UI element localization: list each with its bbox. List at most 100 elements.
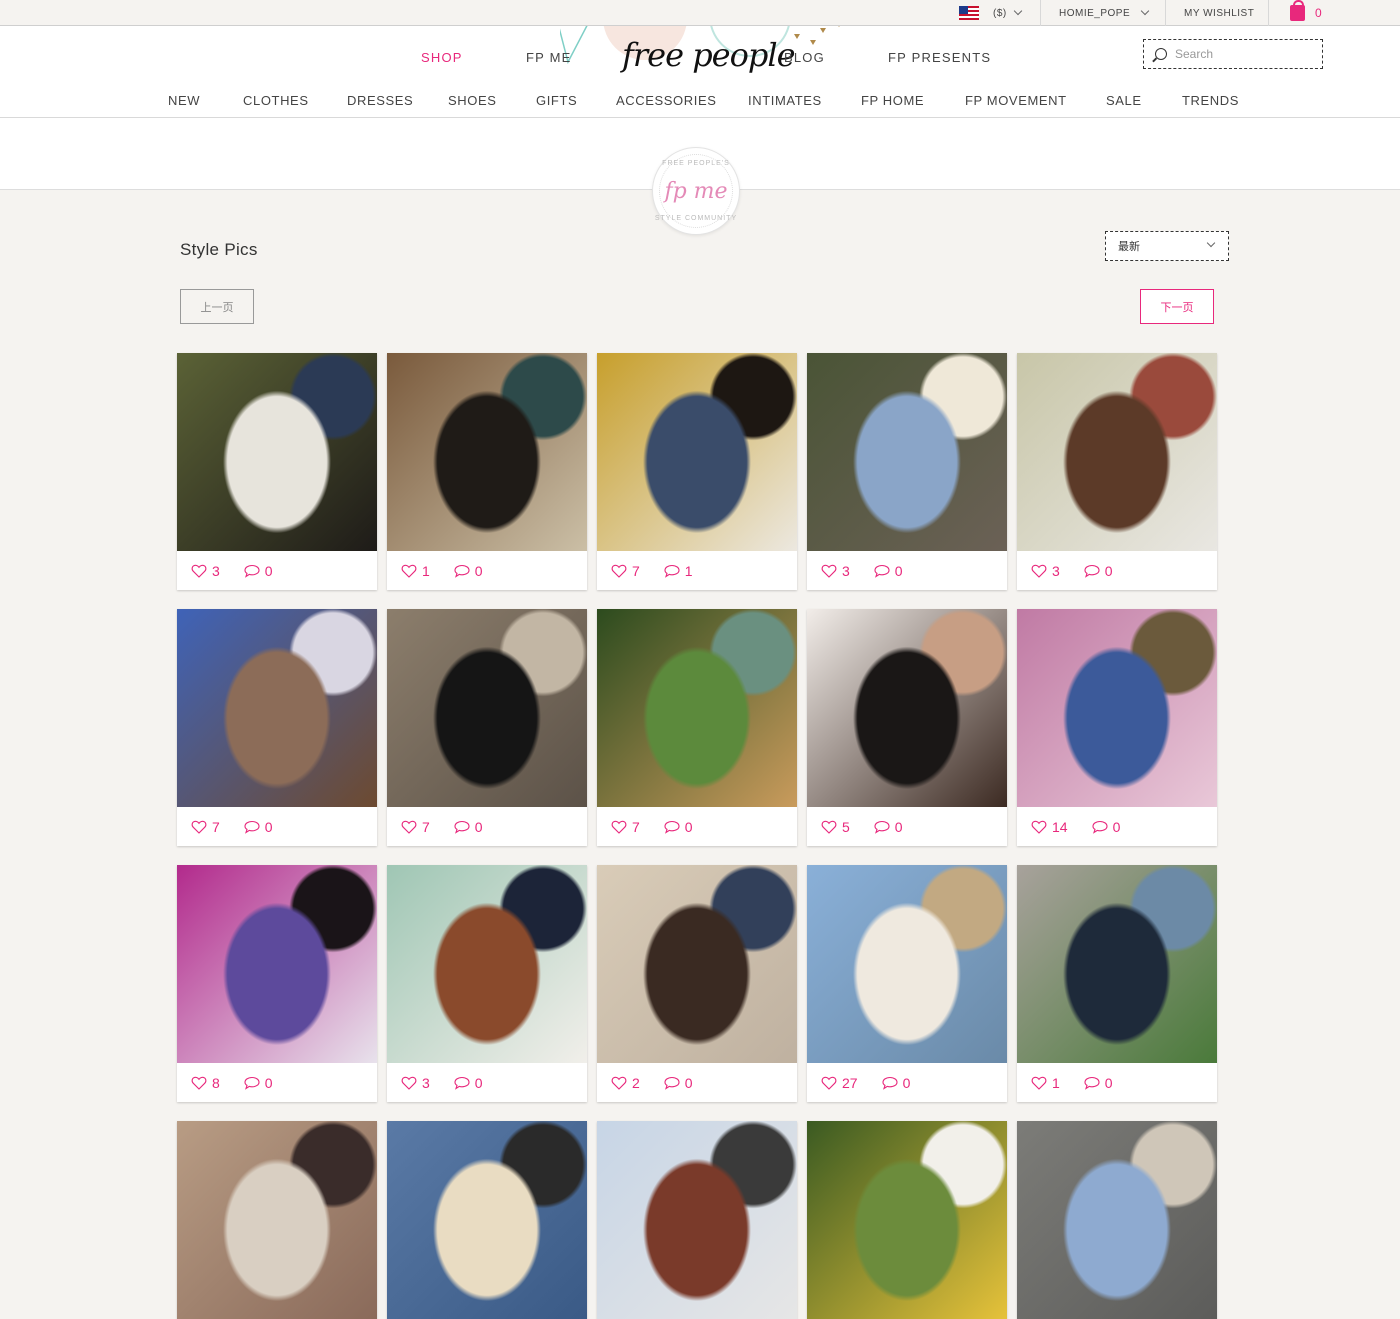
currency-selector[interactable]: ($) xyxy=(959,0,1022,26)
category-sale[interactable]: SALE xyxy=(1106,93,1142,108)
style-pic-photo[interactable] xyxy=(387,609,587,807)
comment-icon[interactable] xyxy=(874,820,890,834)
style-pic-photo[interactable] xyxy=(177,1121,377,1319)
category-gifts[interactable]: GIFTS xyxy=(536,93,577,108)
nav-fp-presents[interactable]: FP PRESENTS xyxy=(888,50,991,65)
account-menu[interactable]: HOMIE_POPE xyxy=(1059,0,1150,26)
style-pic-photo[interactable] xyxy=(387,353,587,551)
comment-icon[interactable] xyxy=(664,564,680,578)
heart-icon[interactable] xyxy=(191,563,207,579)
comment-icon[interactable] xyxy=(882,1076,898,1090)
comment-icon[interactable] xyxy=(244,1076,260,1090)
chevron-down-icon xyxy=(1140,6,1150,16)
comment-icon[interactable] xyxy=(454,564,470,578)
style-pic-photo[interactable] xyxy=(597,1121,797,1319)
heart-icon[interactable] xyxy=(1031,563,1047,579)
comment-icon[interactable] xyxy=(244,820,260,834)
style-pic-card[interactable]: 14 0 xyxy=(1017,609,1217,846)
heart-icon[interactable] xyxy=(1031,819,1047,835)
search-input[interactable] xyxy=(1175,47,1315,61)
heart-icon[interactable] xyxy=(821,819,837,835)
heart-icon[interactable] xyxy=(191,1075,207,1091)
style-pic-card[interactable] xyxy=(387,1121,587,1319)
style-pic-photo[interactable] xyxy=(387,1121,587,1319)
category-trends[interactable]: TRENDS xyxy=(1182,93,1239,108)
nav-blog[interactable]: BLOG xyxy=(784,50,825,65)
fp-me-badge[interactable]: FREE PEOPLE'S fp me STYLE COMMUNITY xyxy=(652,147,740,235)
comment-count: 0 xyxy=(684,1074,693,1091)
comment-icon[interactable] xyxy=(454,1076,470,1090)
comment-icon[interactable] xyxy=(874,564,890,578)
style-pic-card[interactable]: 30 xyxy=(177,353,377,590)
style-pic-card[interactable]: 70 xyxy=(387,609,587,846)
style-pic-photo[interactable] xyxy=(177,353,377,551)
heart-icon[interactable] xyxy=(1031,1075,1047,1091)
comment-icon[interactable] xyxy=(244,564,260,578)
site-logo[interactable]: free people xyxy=(622,36,796,74)
heart-icon[interactable] xyxy=(401,819,417,835)
style-pic-card[interactable]: 27 0 xyxy=(807,865,1007,1102)
category-fp-movement[interactable]: FP MOVEMENT xyxy=(965,93,1067,108)
category-shoes[interactable]: SHOES xyxy=(448,93,497,108)
style-pic-card[interactable]: 30 xyxy=(1017,353,1217,590)
style-pic-photo[interactable] xyxy=(807,353,1007,551)
style-pic-photo[interactable] xyxy=(1017,353,1217,551)
style-pic-card[interactable] xyxy=(177,1121,377,1319)
heart-icon[interactable] xyxy=(611,1075,627,1091)
comment-icon[interactable] xyxy=(1084,1076,1100,1090)
style-pic-photo[interactable] xyxy=(1017,865,1217,1063)
style-pic-card[interactable]: 70 xyxy=(177,609,377,846)
comment-icon[interactable] xyxy=(454,820,470,834)
wishlist-link[interactable]: MY WISHLIST xyxy=(1184,0,1254,26)
heart-icon[interactable] xyxy=(611,819,627,835)
category-clothes[interactable]: CLOTHES xyxy=(243,93,309,108)
style-pic-photo[interactable] xyxy=(597,865,797,1063)
style-pic-photo[interactable] xyxy=(807,1121,1007,1319)
style-pic-card[interactable] xyxy=(1017,1121,1217,1319)
style-pic-card[interactable]: 10 xyxy=(1017,865,1217,1102)
style-pic-card[interactable] xyxy=(807,1121,1007,1319)
heart-icon[interactable] xyxy=(611,563,627,579)
comment-icon[interactable] xyxy=(1092,820,1108,834)
style-pic-card[interactable]: 30 xyxy=(387,865,587,1102)
nav-shop[interactable]: SHOP xyxy=(421,50,463,65)
style-pic-card[interactable]: 10 xyxy=(387,353,587,590)
cart-button[interactable]: 0 xyxy=(1290,0,1322,26)
style-pic-photo[interactable] xyxy=(597,609,797,807)
previous-page-button[interactable]: 上一页 xyxy=(180,289,254,324)
style-pic-photo[interactable] xyxy=(387,865,587,1063)
heart-icon[interactable] xyxy=(821,563,837,579)
category-intimates[interactable]: INTIMATES xyxy=(748,93,822,108)
category-dresses[interactable]: DRESSES xyxy=(347,93,413,108)
style-pic-card[interactable]: 70 xyxy=(597,609,797,846)
style-pic-card[interactable]: 20 xyxy=(597,865,797,1102)
category-accessories[interactable]: ACCESSORIES xyxy=(616,93,717,108)
search-box xyxy=(1143,39,1323,69)
comment-icon[interactable] xyxy=(664,1076,680,1090)
nav-fp-me[interactable]: FP ME xyxy=(526,50,572,65)
style-pic-card[interactable] xyxy=(597,1121,797,1319)
heart-icon[interactable] xyxy=(821,1075,837,1091)
comment-icon[interactable] xyxy=(1084,564,1100,578)
style-pic-photo[interactable] xyxy=(177,609,377,807)
style-pic-photo[interactable] xyxy=(1017,609,1217,807)
search-icon[interactable] xyxy=(1155,48,1167,60)
style-pic-photo[interactable] xyxy=(597,353,797,551)
sort-select[interactable]: 最新 xyxy=(1105,231,1229,261)
style-pic-photo[interactable] xyxy=(1017,1121,1217,1319)
style-pic-card[interactable]: 30 xyxy=(807,353,1007,590)
heart-icon[interactable] xyxy=(401,563,417,579)
category-new[interactable]: NEW xyxy=(168,93,200,108)
style-pic-card[interactable]: 71 xyxy=(597,353,797,590)
comment-icon[interactable] xyxy=(664,820,680,834)
next-page-button[interactable]: 下一页 xyxy=(1140,289,1214,324)
style-pic-photo[interactable] xyxy=(807,865,1007,1063)
category-fp-home[interactable]: FP HOME xyxy=(861,93,924,108)
heart-icon[interactable] xyxy=(191,819,207,835)
style-pic-card[interactable]: 50 xyxy=(807,609,1007,846)
style-pic-photo[interactable] xyxy=(177,865,377,1063)
style-pic-photo[interactable] xyxy=(807,609,1007,807)
style-pic-card[interactable]: 80 xyxy=(177,865,377,1102)
heart-icon[interactable] xyxy=(401,1075,417,1091)
sort-value: 最新 xyxy=(1118,241,1140,253)
